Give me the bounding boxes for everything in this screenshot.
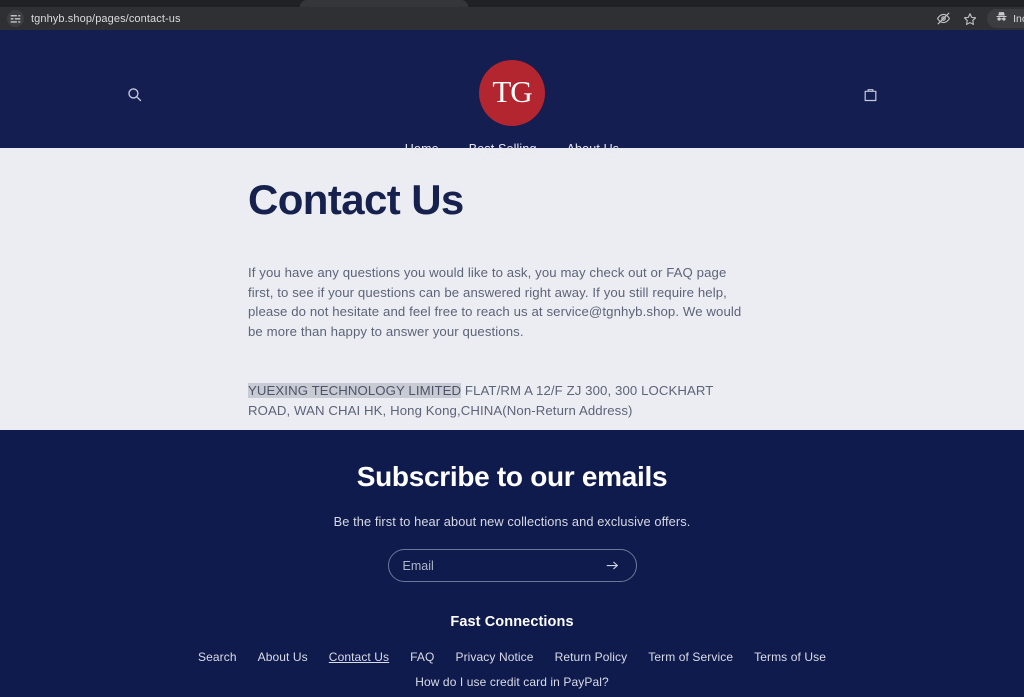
subscribe-heading: Subscribe to our emails xyxy=(356,461,668,492)
fast-connections-heading: Fast Connections xyxy=(450,614,574,630)
page-title: Contact Us xyxy=(248,176,464,223)
footer-links: Search About Us Contact Us FAQ Privacy N… xyxy=(0,650,1024,664)
incognito-indicator[interactable]: Inco xyxy=(987,9,1024,28)
subscribe-subtext: Be the first to hear about new collectio… xyxy=(333,514,691,529)
tune-sliders-icon[interactable] xyxy=(7,10,24,27)
incognito-label: Inco xyxy=(1013,12,1024,25)
site-logo[interactable]: TG xyxy=(479,60,545,126)
footer-link-search[interactable]: Search xyxy=(198,650,237,664)
email-input[interactable] xyxy=(402,558,604,573)
footer-link-about-us[interactable]: About Us xyxy=(258,650,308,664)
footer-link-faq[interactable]: FAQ xyxy=(410,650,434,664)
footer-link-return-policy[interactable]: Return Policy xyxy=(555,650,628,664)
nav-link-home[interactable]: Home xyxy=(405,142,439,156)
nav-link-about-us[interactable]: About Us xyxy=(567,142,620,156)
footer-link-terms-of-use[interactable]: Terms of Use xyxy=(754,650,826,664)
address-paragraph: YUEXING TECHNOLOGY LIMITED FLAT/RM A 12/… xyxy=(248,381,748,420)
star-icon[interactable] xyxy=(960,9,980,29)
selected-company-name: YUEXING TECHNOLOGY LIMITED xyxy=(248,383,462,399)
browser-toolbar: tgnhyb.shop/pages/contact-us Inco xyxy=(0,7,1024,30)
email-subscribe-form xyxy=(387,549,637,582)
browser-tab-strip xyxy=(0,0,1024,7)
footer-link-paypal-help[interactable]: How do I use credit card in PayPal? xyxy=(415,675,609,689)
main-navigation: Home Best Selling About Us xyxy=(0,142,1024,156)
site-footer: Subscribe to our emails Be the first to … xyxy=(0,430,1024,697)
search-icon[interactable] xyxy=(122,82,146,106)
incognito-hat-icon xyxy=(995,10,1008,28)
site-logo-text: TG xyxy=(492,74,532,109)
site-header: TG Home Best Selling About Us xyxy=(0,30,1024,156)
address-bar-url[interactable]: tgnhyb.shop/pages/contact-us xyxy=(31,13,926,25)
nav-link-best-selling[interactable]: Best Selling xyxy=(469,142,537,156)
browser-tab[interactable] xyxy=(300,0,468,7)
eye-slash-icon[interactable] xyxy=(933,9,953,29)
main-content: Contact Us If you have any questions you… xyxy=(0,148,1024,430)
email-submit-button[interactable] xyxy=(604,557,622,575)
footer-link-privacy-notice[interactable]: Privacy Notice xyxy=(455,650,533,664)
shopping-bag-icon[interactable] xyxy=(858,82,882,106)
footer-link-term-of-service[interactable]: Term of Service xyxy=(648,650,733,664)
intro-paragraph: If you have any questions you would like… xyxy=(248,265,742,339)
footer-link-contact-us[interactable]: Contact Us xyxy=(329,650,389,664)
